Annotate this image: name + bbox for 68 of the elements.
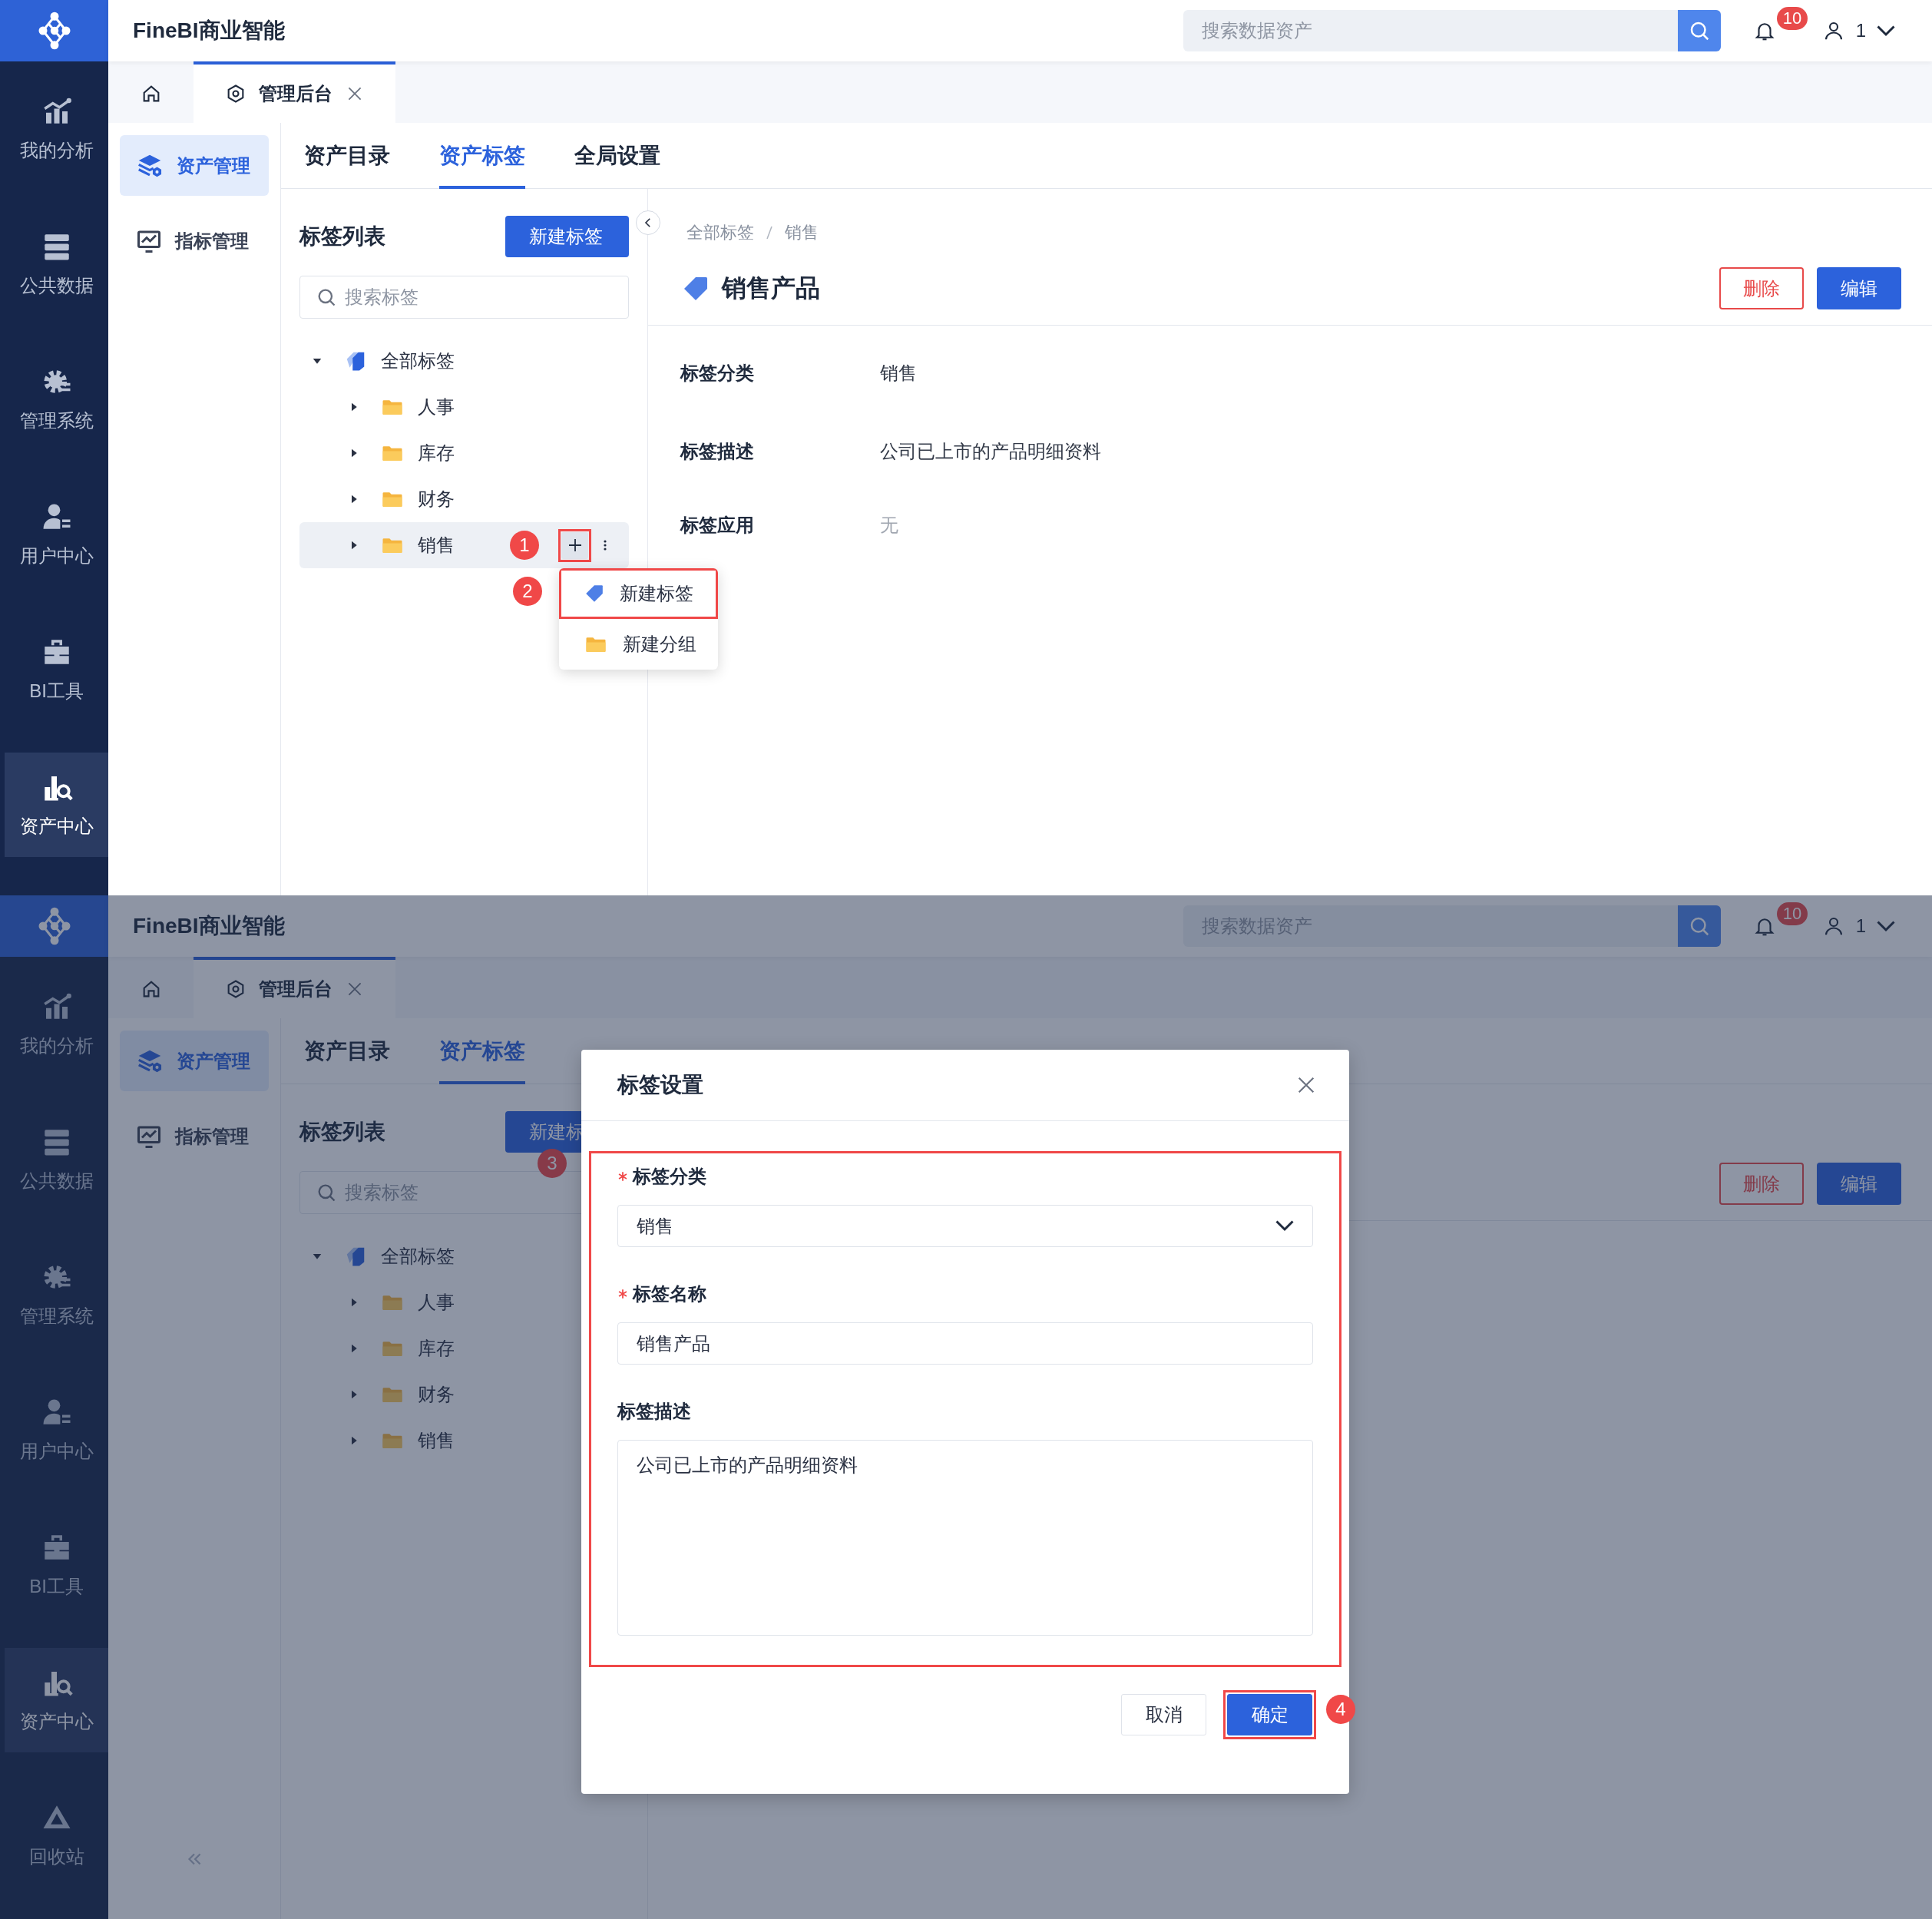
tag-icon: [584, 584, 604, 604]
notification-badge: 10: [1776, 902, 1808, 925]
nav-item[interactable]: 管理系统: [5, 347, 108, 452]
confirm-button[interactable]: 确定: [1227, 1694, 1312, 1735]
chevron-down-icon: [1275, 1220, 1294, 1232]
panel-title: 标签列表: [299, 223, 385, 250]
nav-item[interactable]: 用户中心: [5, 482, 108, 587]
chevron-down-icon: [1877, 25, 1895, 37]
field-value: 无: [880, 514, 898, 537]
edit-button[interactable]: 编辑: [1817, 1163, 1901, 1205]
field-value: 公司已上市的产品明细资料: [880, 440, 1101, 463]
edit-button[interactable]: 编辑: [1817, 267, 1901, 309]
tab[interactable]: 全局设置: [574, 123, 660, 189]
step-badge: 2: [513, 577, 542, 606]
sidebar-item[interactable]: 指标管理: [120, 1106, 269, 1166]
field-label: 标签分类: [680, 362, 755, 385]
field-value: 销售: [880, 362, 917, 385]
page-tab[interactable]: 管理后台: [194, 61, 395, 123]
nav-item[interactable]: BI工具: [5, 617, 108, 722]
panel-title: 标签列表: [299, 1119, 385, 1145]
user-menu-button[interactable]: 1: [1821, 19, 1895, 42]
nav-item[interactable]: 我的分析: [5, 972, 108, 1077]
nav-item[interactable]: BI工具: [5, 1513, 108, 1617]
breadcrumb-link[interactable]: 全部标签: [686, 221, 754, 244]
nav-item[interactable]: 公共数据: [5, 212, 108, 316]
field-label: 标签分类: [633, 1165, 706, 1188]
app-title: FineBI商业智能: [133, 913, 285, 939]
user-menu-button[interactable]: 1: [1821, 915, 1895, 938]
field-label: 标签描述: [617, 1400, 691, 1423]
tree-item[interactable]: 全部标签: [299, 338, 629, 384]
tab[interactable]: 资产标签: [439, 123, 525, 189]
text-area[interactable]: 公司已上市的产品明细资料: [617, 1440, 1313, 1636]
tab[interactable]: 资产目录: [304, 123, 390, 189]
tab[interactable]: 资产目录: [304, 1018, 390, 1084]
nav-item[interactable]: 管理系统: [5, 1242, 108, 1347]
collapse-button[interactable]: [636, 210, 660, 235]
field-label: 标签名称: [633, 1282, 706, 1305]
breadcrumb-link[interactable]: 销售: [785, 221, 819, 244]
notification-badge: 10: [1776, 7, 1808, 30]
dialog-title: 标签设置: [617, 1072, 703, 1098]
nav-item[interactable]: 回收站: [5, 1783, 108, 1888]
search-button[interactable]: [1677, 10, 1721, 51]
step-badge: 1: [510, 531, 539, 560]
step-badge: 4: [1326, 1695, 1355, 1724]
detail-title: 销售产品: [722, 273, 820, 303]
sidebar-item[interactable]: 指标管理: [120, 210, 269, 271]
tree-item[interactable]: 财务: [299, 476, 629, 522]
tab[interactable]: 资产标签: [439, 1018, 525, 1084]
page-tab[interactable]: 管理后台: [194, 957, 395, 1018]
nav-item[interactable]: 资产中心: [5, 1648, 108, 1752]
field-label: 标签描述: [680, 440, 755, 463]
new-tag-button[interactable]: 新建标签: [505, 216, 629, 257]
chevron-down-icon: [1877, 920, 1895, 932]
select-field[interactable]: 销售: [617, 1205, 1313, 1247]
nav-item[interactable]: 公共数据: [5, 1107, 108, 1212]
text-field[interactable]: 销售产品: [617, 1322, 1313, 1365]
delete-button[interactable]: 删除: [1719, 267, 1804, 309]
nav-item[interactable]: 资产中心: [5, 753, 108, 857]
menu-item[interactable]: 新建标签: [559, 568, 718, 619]
step-badge: 3: [538, 1149, 567, 1178]
nav-item[interactable]: 用户中心: [5, 1378, 108, 1482]
tree-item[interactable]: 库存: [299, 430, 629, 476]
cancel-button[interactable]: 取消: [1121, 1694, 1206, 1735]
sidebar-item[interactable]: 资产管理: [120, 135, 269, 196]
menu-item[interactable]: 新建分组: [559, 619, 718, 670]
nav-item[interactable]: 我的分析: [5, 77, 108, 181]
tree-item[interactable]: 人事: [299, 384, 629, 430]
app-title: FineBI商业智能: [133, 18, 285, 44]
